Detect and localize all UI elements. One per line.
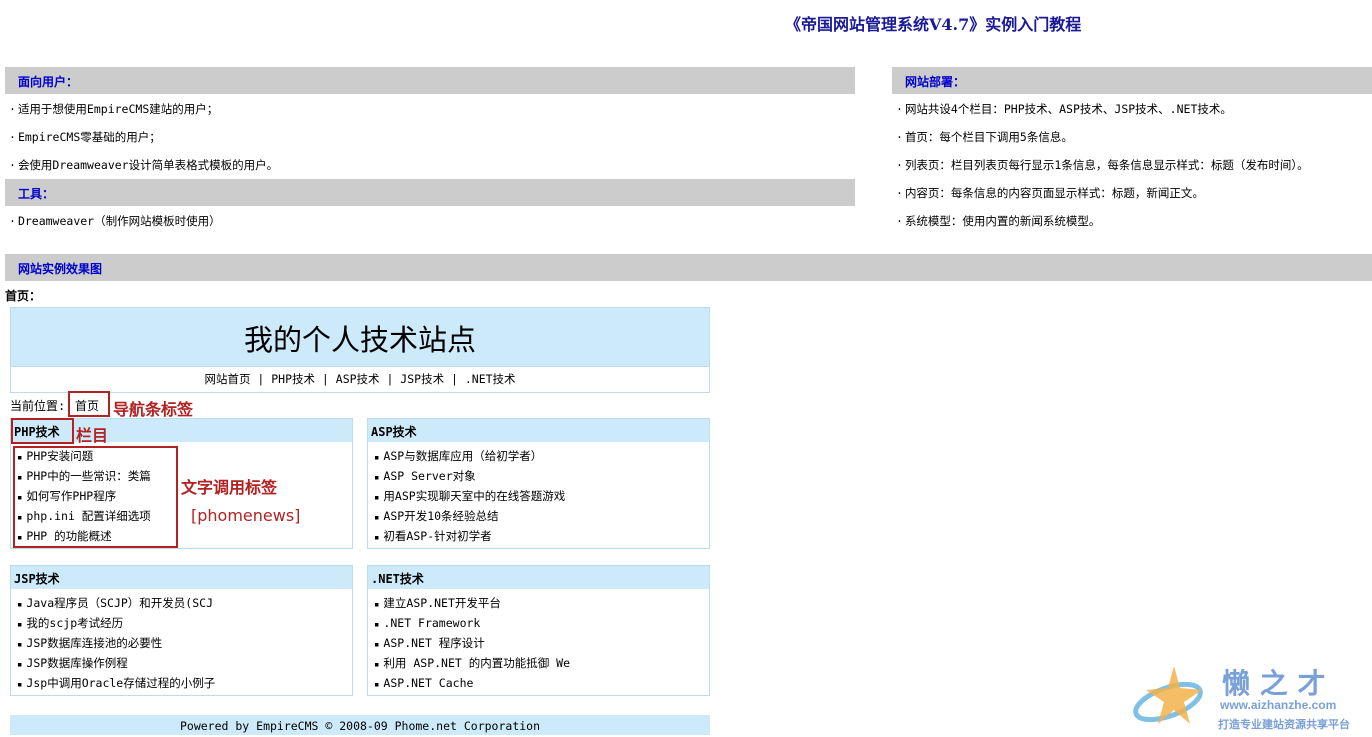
audience-section-title: 面向用户： (18, 75, 79, 89)
list-item[interactable]: ASP.NET Cache (374, 674, 709, 694)
text-tag-annotation: 文字调用标签 (181, 478, 278, 497)
list-item[interactable]: ASP开发10条经验总结 (374, 507, 709, 527)
breadcrumb-prefix: 当前位置: (10, 399, 66, 413)
audience-item: 适用于想使用EmpireCMS建站的用户； (9, 101, 218, 117)
list-item[interactable]: 建立ASP.NET开发平台 (374, 594, 709, 614)
example-section-header: 网站实例效果图 (5, 254, 1372, 281)
panel-title[interactable]: JSP技术 (14, 570, 60, 587)
deploy-section-header: 网站部署： (892, 67, 1372, 94)
tools-section-title: 工具： (18, 187, 55, 201)
panel-list: Java程序员（SCJP）和开发员(SCJ 我的scjp考试经历 JSP数据库连… (11, 589, 352, 694)
jsp-panel: JSP技术 Java程序员（SCJP）和开发员(SCJ 我的scjp考试经历 J… (10, 565, 353, 696)
list-item[interactable]: ASP.NET 程序设计 (374, 634, 709, 654)
nav-tag-annotation: 导航条标签 (113, 400, 194, 419)
audience-item: 会使用Dreamweaver设计简单表格式模板的用户。 (9, 157, 278, 173)
site-nav[interactable]: 网站首页 | PHP技术 | ASP技术 | JSP技术 | .NET技术 (10, 367, 710, 393)
watermark-logo: 懒 之 才 www.aizhanzhe.com 打造专业建站资源共享平台 (1130, 660, 1370, 735)
panel-header: .NET技术 (368, 566, 709, 589)
asp-panel: ASP技术 ASP与数据库应用（给初学者） ASP Server对象 用ASP实… (367, 418, 710, 549)
audience-section-header: 面向用户： (5, 67, 855, 94)
tools-item: Dreamweaver（制作网站模板时使用） (9, 213, 221, 229)
home-label: 首页： (5, 289, 42, 303)
site-header: 我的个人技术站点 (10, 307, 710, 367)
deploy-section-title: 网站部署： (905, 75, 966, 89)
watermark-slogan: 打造专业建站资源共享平台 (1218, 719, 1350, 731)
panel-list: ASP与数据库应用（给初学者） ASP Server对象 用ASP实现聊天室中的… (368, 442, 709, 547)
deploy-item: 列表页：栏目列表页每行显示1条信息，每条信息显示样式：标题（发布时间）。 (896, 157, 1309, 173)
star-swirl-icon (1133, 666, 1203, 724)
column-annotation: 栏目 (76, 426, 109, 445)
page-title: 《帝国网站管理系统V4.7》实例入门教程 (785, 15, 1082, 34)
list-item[interactable]: 利用 ASP.NET 的内置功能抵御 We (374, 654, 709, 674)
list-item[interactable]: JSP数据库连接池的必要性 (17, 634, 352, 654)
panel-title[interactable]: .NET技术 (371, 570, 424, 587)
deploy-item: 内容页：每条信息的内容页面显示样式：标题，新闻正文。 (896, 185, 1204, 201)
tools-section-header: 工具： (5, 179, 855, 206)
audience-item: EmpireCMS零基础的用户； (9, 129, 161, 145)
list-item[interactable]: 初看ASP-针对初学者 (374, 527, 709, 547)
column-highlight (11, 418, 74, 444)
list-item[interactable]: JSP数据库操作例程 (17, 654, 352, 674)
panel-title[interactable]: ASP技术 (371, 423, 417, 440)
deploy-item: 系统模型：使用内置的新闻系统模型。 (896, 213, 1101, 229)
dotnet-panel: .NET技术 建立ASP.NET开发平台 .NET Framework ASP.… (367, 565, 710, 696)
list-item[interactable]: 我的scjp考试经历 (17, 614, 352, 634)
panel-list: 建立ASP.NET开发平台 .NET Framework ASP.NET 程序设… (368, 589, 709, 694)
list-item[interactable]: Jsp中调用Oracle存储过程的小例子 (17, 674, 352, 694)
breadcrumb-home-link[interactable]: 首页 (75, 397, 99, 414)
panel-header: JSP技术 (11, 566, 352, 589)
panel-header: ASP技术 (368, 419, 709, 442)
list-item[interactable]: ASP与数据库应用（给初学者） (374, 447, 709, 467)
watermark-url: www.aizhanzhe.com (1220, 698, 1337, 712)
list-item[interactable]: .NET Framework (374, 614, 709, 634)
site-footer: Powered by EmpireCMS © 2008-09 Phome.net… (10, 715, 710, 735)
example-section-title: 网站实例效果图 (18, 262, 103, 276)
deploy-item: 首页：每个栏目下调用5条信息。 (896, 129, 1073, 145)
breadcrumb-highlight: 首页 (68, 391, 110, 417)
text-tag-highlight (13, 446, 178, 548)
tag-name-annotation: [phomenews] (191, 506, 301, 525)
list-item[interactable]: ASP Server对象 (374, 467, 709, 487)
list-item[interactable]: 用ASP实现聊天室中的在线答题游戏 (374, 487, 709, 507)
watermark-name: 懒 之 才 (1222, 667, 1326, 700)
deploy-item: 网站共设4个栏目：PHP技术、ASP技术、JSP技术、.NET技术。 (896, 101, 1232, 117)
list-item[interactable]: Java程序员（SCJP）和开发员(SCJ (17, 594, 352, 614)
site-title: 我的个人技术站点 (243, 323, 476, 357)
